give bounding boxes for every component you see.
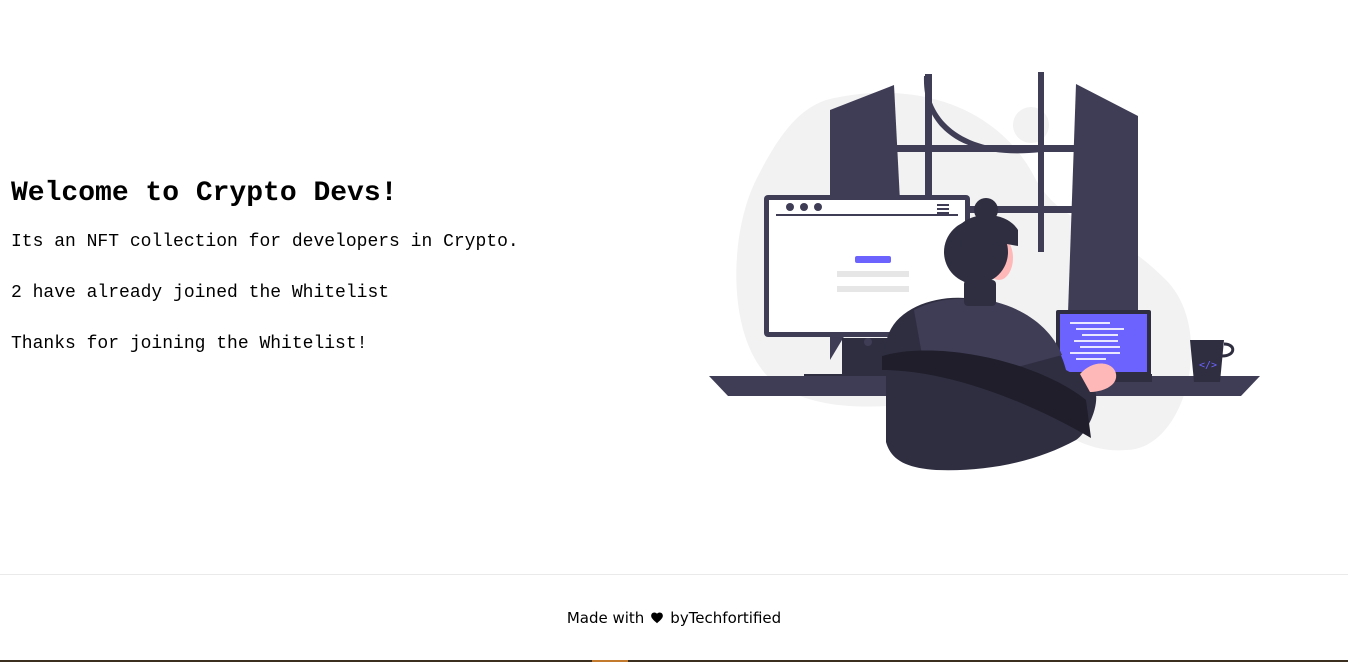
whitelist-thanks-message: Thanks for joining the Whitelist! [11,334,368,354]
intro-section: Welcome to Crypto Devs! Its an NFT colle… [11,178,651,384]
developer-at-desk-illustration: </> [709,72,1260,471]
main-content: Welcome to Crypto Devs! Its an NFT colle… [0,0,1348,574]
heart-icon [651,612,664,624]
footer-made-with: Made with [566,609,645,627]
whitelist-count: 2 have already joined the Whitelist [11,283,390,303]
footer-author: byTechfortified [670,609,782,627]
svg-text:</>: </> [1199,360,1217,371]
page: Welcome to Crypto Devs! Its an NFT colle… [0,0,1348,662]
page-title: Welcome to Crypto Devs! [11,178,398,209]
collection-description: Its an NFT collection for developers in … [11,232,519,252]
footer: Made with byTechfortified [0,574,1348,661]
